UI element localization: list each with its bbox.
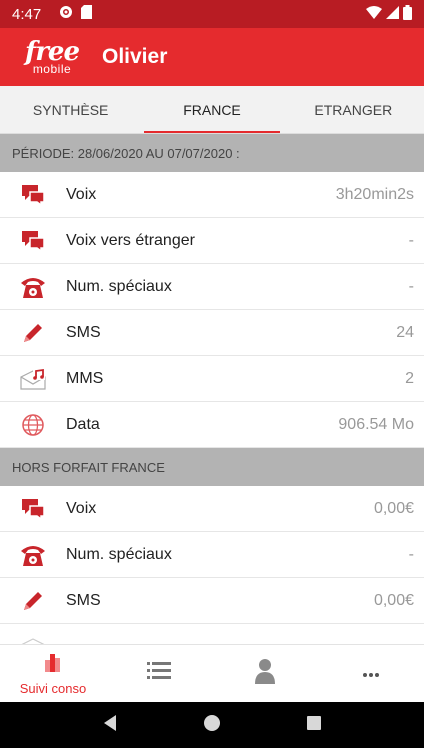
home-icon[interactable] xyxy=(203,714,221,737)
recents-icon[interactable] xyxy=(306,715,322,736)
user-icon xyxy=(254,658,276,689)
list-item-hf-num-speciaux[interactable]: Num. spéciaux - xyxy=(0,532,424,578)
list-item-value: 3h20min2s xyxy=(335,185,414,203)
list-item-hf-sms[interactable]: SMS 0,00€ xyxy=(0,578,424,624)
free-mobile-logo: free mobile xyxy=(18,39,86,75)
list-item-value: 24 xyxy=(396,323,414,341)
list-item-label: Num. spéciaux xyxy=(66,545,172,563)
list-item-label: SMS xyxy=(66,591,101,609)
nav-more[interactable] xyxy=(318,645,424,702)
settings-gear-icon xyxy=(59,5,73,23)
signal-icon xyxy=(386,5,399,23)
nav-suivi-conso-label: Suivi conso xyxy=(19,680,87,696)
list-item-label: Voix xyxy=(66,185,97,203)
list-item-label: Num. spéciaux xyxy=(66,277,172,295)
more-dots-icon xyxy=(362,665,380,683)
list-item-label: Voix xyxy=(66,499,97,517)
list-item-value: 0,00€ xyxy=(373,499,414,517)
music-envelope-icon xyxy=(10,635,56,644)
list-item-label: MMS xyxy=(66,369,104,387)
list-item-value: 0,00€ xyxy=(373,591,414,609)
list-item-voix-etranger[interactable]: Voix vers étranger - xyxy=(0,218,424,264)
pencil-icon xyxy=(10,589,56,613)
system-navigation-bar xyxy=(0,702,424,748)
usage-list[interactable]: PÉRIODE: 28/06/2020 AU 07/07/2020 : Voix… xyxy=(0,134,424,644)
globe-icon xyxy=(10,413,56,437)
list-item-hf-voix[interactable]: Voix 0,00€ xyxy=(0,486,424,532)
status-time: 4:47 xyxy=(12,5,42,23)
list-item-value: - xyxy=(408,545,414,563)
list-item-sms[interactable]: SMS 24 xyxy=(0,310,424,356)
list-item-label: SMS xyxy=(66,323,101,341)
nav-account[interactable] xyxy=(212,645,318,702)
logo-mobile-text: mobile xyxy=(32,62,72,76)
bar-chart-icon xyxy=(43,652,63,677)
list-item-label: Data xyxy=(66,415,100,433)
sd-card-icon xyxy=(81,5,93,23)
list-item-num-speciaux[interactable]: Num. spéciaux - xyxy=(0,264,424,310)
nav-list[interactable] xyxy=(106,645,212,702)
telephone-icon xyxy=(10,275,56,299)
list-item-value: 906.54 Mo xyxy=(338,415,414,433)
music-envelope-icon xyxy=(10,367,56,391)
tab-france[interactable]: FRANCE xyxy=(141,86,282,133)
list-item-data[interactable]: Data 906.54 Mo xyxy=(0,402,424,448)
list-item-mms[interactable]: MMS 2 xyxy=(0,356,424,402)
nav-suivi-conso[interactable]: Suivi conso xyxy=(0,645,106,702)
bottom-navigation: Suivi conso xyxy=(0,644,424,702)
list-item-voix[interactable]: Voix 3h20min2s xyxy=(0,172,424,218)
wifi-icon xyxy=(366,5,382,23)
chat-bubble-icon xyxy=(10,230,56,252)
list-item-label: Voix vers étranger xyxy=(66,231,195,249)
battery-icon xyxy=(403,4,412,24)
period-header: PÉRIODE: 28/06/2020 AU 07/07/2020 : xyxy=(0,134,424,172)
account-name: Olivier xyxy=(102,45,168,68)
tab-etranger[interactable]: ETRANGER xyxy=(283,86,424,133)
back-icon[interactable] xyxy=(102,714,118,737)
list-item-partial[interactable] xyxy=(0,624,424,644)
app-bar: free mobile Olivier xyxy=(0,28,424,86)
tab-bar: SYNTHÈSE FRANCE ETRANGER xyxy=(0,86,424,134)
chat-bubble-icon xyxy=(10,498,56,520)
telephone-icon xyxy=(10,543,56,567)
pencil-icon xyxy=(10,321,56,345)
chat-bubble-icon xyxy=(10,184,56,206)
list-item-value: - xyxy=(408,277,414,295)
tab-synthese[interactable]: SYNTHÈSE xyxy=(0,86,141,133)
list-item-value: 2 xyxy=(405,369,414,387)
list-item-value: - xyxy=(408,231,414,249)
status-bar: 4:47 xyxy=(0,0,424,28)
hors-forfait-header: HORS FORFAIT FRANCE xyxy=(0,448,424,486)
list-icon xyxy=(147,661,171,686)
